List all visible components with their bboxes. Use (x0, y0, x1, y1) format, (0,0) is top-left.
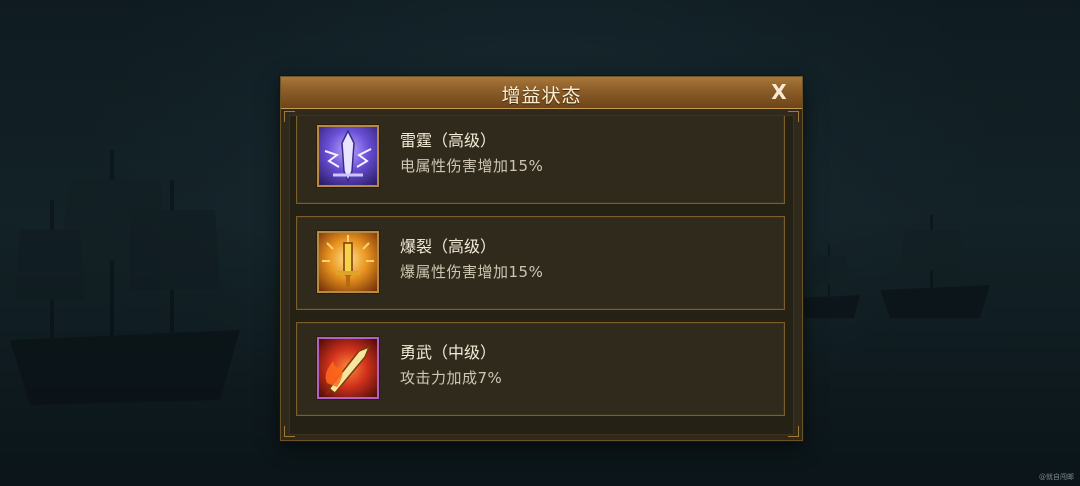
buff-list[interactable]: 雷霆（高级） 电属性伤害增加15% 爆裂（高级） 爆属性伤害增加15% 勇武（中级）… (289, 115, 794, 435)
explosive-sword-icon (317, 231, 379, 293)
dialog-title: 增益状态 (501, 85, 582, 107)
buff-item-explosion: 爆裂（高级） 爆属性伤害增加15% (296, 216, 785, 310)
dialog-title-bar: 增益状态 X (281, 77, 802, 109)
lightning-sword-icon (317, 125, 379, 187)
buff-name: 爆裂（高级） (400, 237, 497, 256)
watermark-text: @就自闯邮 (1039, 473, 1074, 481)
buff-name: 勇武（中级） (400, 343, 497, 362)
buff-item-valor: 勇武（中级） 攻击力加成7% (296, 322, 785, 416)
buff-description: 爆属性伤害增加15% (400, 263, 544, 281)
buff-status-dialog: 增益状态 X 雷霆（高级） 电属性伤害增加15% 爆裂（高级） 爆属性伤害增加15… (280, 76, 803, 441)
buff-description: 攻击力加成7% (400, 369, 503, 387)
flaming-blade-icon (317, 337, 379, 399)
close-button[interactable]: X (768, 80, 790, 104)
buff-name: 雷霆（高级） (400, 131, 497, 150)
buff-item-thunder: 雷霆（高级） 电属性伤害增加15% (296, 116, 785, 204)
buff-description: 电属性伤害增加15% (400, 157, 544, 175)
